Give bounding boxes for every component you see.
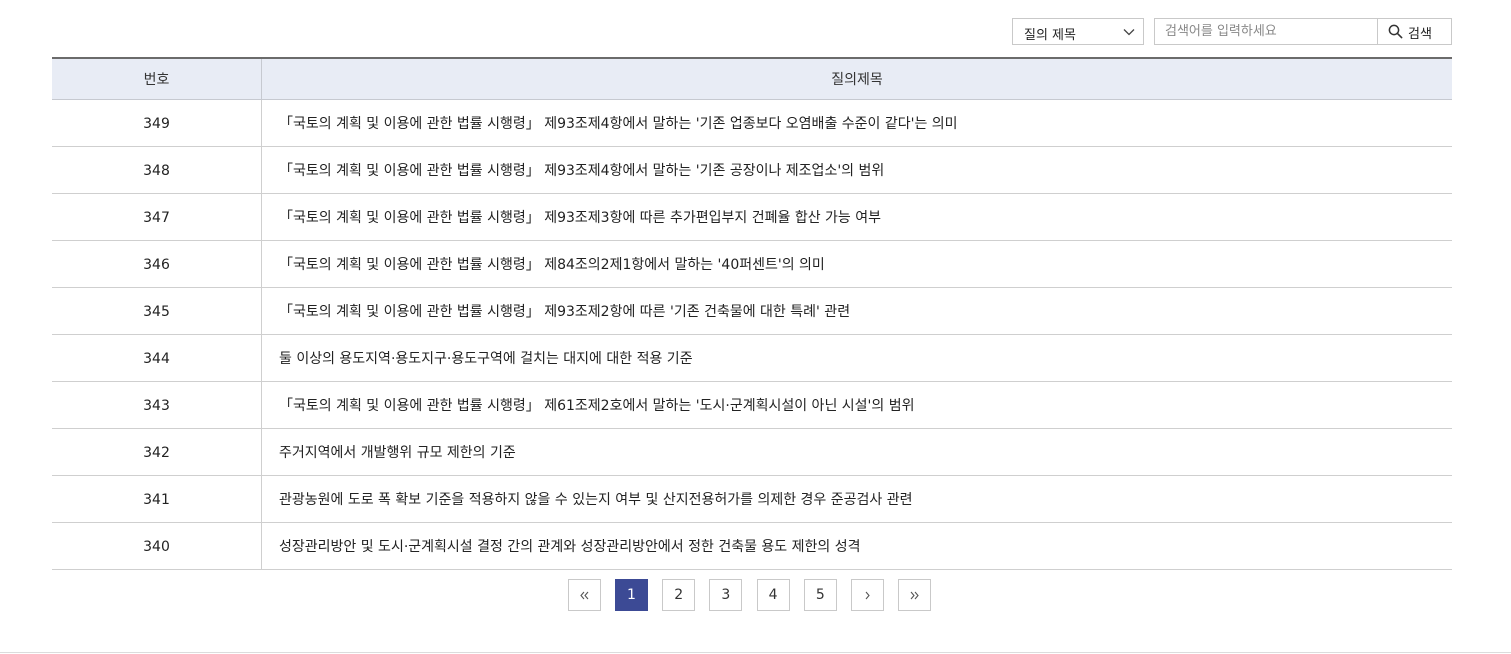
first-page-button[interactable] [568, 579, 601, 611]
row-title-link[interactable]: 「국토의 계획 및 이용에 관한 법률 시행령」 제61조제2호에서 말하는 '… [261, 381, 1452, 429]
row-title-link[interactable]: 「국토의 계획 및 이용에 관한 법률 시행령」 제93조제2항에 따른 '기존… [261, 287, 1452, 335]
table-row: 342 주거지역에서 개발행위 규모 제한의 기준 [52, 428, 1452, 476]
row-number: 349 [52, 99, 262, 147]
table-header-row: 번호 질의제목 [52, 58, 1452, 100]
header-number: 번호 [52, 58, 262, 100]
double-chevron-left-icon [580, 591, 589, 600]
header-title: 질의제목 [261, 58, 1452, 100]
search-button[interactable]: 검색 [1377, 18, 1452, 45]
row-title-link[interactable]: 관광농원에 도로 폭 확보 기준을 적용하지 않을 수 있는지 여부 및 산지전… [261, 475, 1452, 523]
row-number: 346 [52, 240, 262, 288]
row-number: 348 [52, 146, 262, 194]
page-button-4[interactable]: 4 [756, 579, 790, 611]
footer-divider [0, 652, 1511, 653]
row-title-link[interactable]: 「국토의 계획 및 이용에 관한 법률 시행령」 제84조의2제1항에서 말하는… [261, 240, 1452, 288]
page-button-2[interactable]: 2 [662, 579, 696, 611]
row-number: 340 [52, 522, 262, 570]
search-icon [1388, 24, 1403, 39]
inquiry-table: 번호 질의제목 349 「국토의 계획 및 이용에 관한 법률 시행령」 제93조… [52, 57, 1452, 570]
last-page-button[interactable] [898, 579, 931, 611]
table-row: 346 「국토의 계획 및 이용에 관한 법률 시행령」 제84조의2제1항에서 … [52, 240, 1452, 288]
table-row: 343 「국토의 계획 및 이용에 관한 법률 시행령」 제61조제2호에서 말하… [52, 381, 1452, 429]
search-input[interactable] [1154, 18, 1386, 45]
chevron-right-icon [865, 591, 870, 600]
row-number: 347 [52, 193, 262, 241]
row-number: 342 [52, 428, 262, 476]
table-row: 347 「국토의 계획 및 이용에 관한 법률 시행령」 제93조제3항에 따른 … [52, 193, 1452, 241]
row-title-link[interactable]: 성장관리방안 및 도시·군계획시설 결정 간의 관계와 성장관리방안에서 정한 … [261, 522, 1452, 570]
row-title-link[interactable]: 「국토의 계획 및 이용에 관한 법률 시행령」 제93조제3항에 따른 추가편… [261, 193, 1452, 241]
page-button-1[interactable]: 1 [615, 579, 648, 611]
row-title-link[interactable]: 주거지역에서 개발행위 규모 제한의 기준 [261, 428, 1452, 476]
search-field-select-value: 질의 제목 [1024, 28, 1076, 43]
table-row: 345 「국토의 계획 및 이용에 관한 법률 시행령」 제93조제2항에 따른 … [52, 287, 1452, 335]
row-title-link[interactable]: 「국토의 계획 및 이용에 관한 법률 시행령」 제93조제4항에서 말하는 '… [261, 146, 1452, 194]
row-number: 345 [52, 287, 262, 335]
row-number: 343 [52, 381, 262, 429]
row-number: 344 [52, 334, 262, 382]
table-row: 348 「국토의 계획 및 이용에 관한 법률 시행령」 제93조제4항에서 말하… [52, 146, 1452, 194]
row-title-link[interactable]: 「국토의 계획 및 이용에 관한 법률 시행령」 제93조제4항에서 말하는 '… [261, 99, 1452, 147]
next-page-button[interactable] [851, 579, 884, 611]
table-row: 341 관광농원에 도로 폭 확보 기준을 적용하지 않을 수 있는지 여부 및 … [52, 475, 1452, 523]
chevron-down-icon [1123, 29, 1135, 36]
page-button-3[interactable]: 3 [709, 579, 743, 611]
search-button-label: 검색 [1408, 27, 1432, 42]
table-row: 349 「국토의 계획 및 이용에 관한 법률 시행령」 제93조제4항에서 말하… [52, 99, 1452, 147]
row-number: 341 [52, 475, 262, 523]
table-row: 340 성장관리방안 및 도시·군계획시설 결정 간의 관계와 성장관리방안에서 … [52, 522, 1452, 570]
table-row: 344 둘 이상의 용도지역·용도지구·용도구역에 걸치는 대지에 대한 적용 기… [52, 334, 1452, 382]
search-field-select[interactable]: 질의 제목 [1012, 18, 1144, 45]
row-title-link[interactable]: 둘 이상의 용도지역·용도지구·용도구역에 걸치는 대지에 대한 적용 기준 [261, 334, 1452, 382]
double-chevron-right-icon [910, 591, 919, 600]
page-button-5[interactable]: 5 [803, 579, 837, 611]
